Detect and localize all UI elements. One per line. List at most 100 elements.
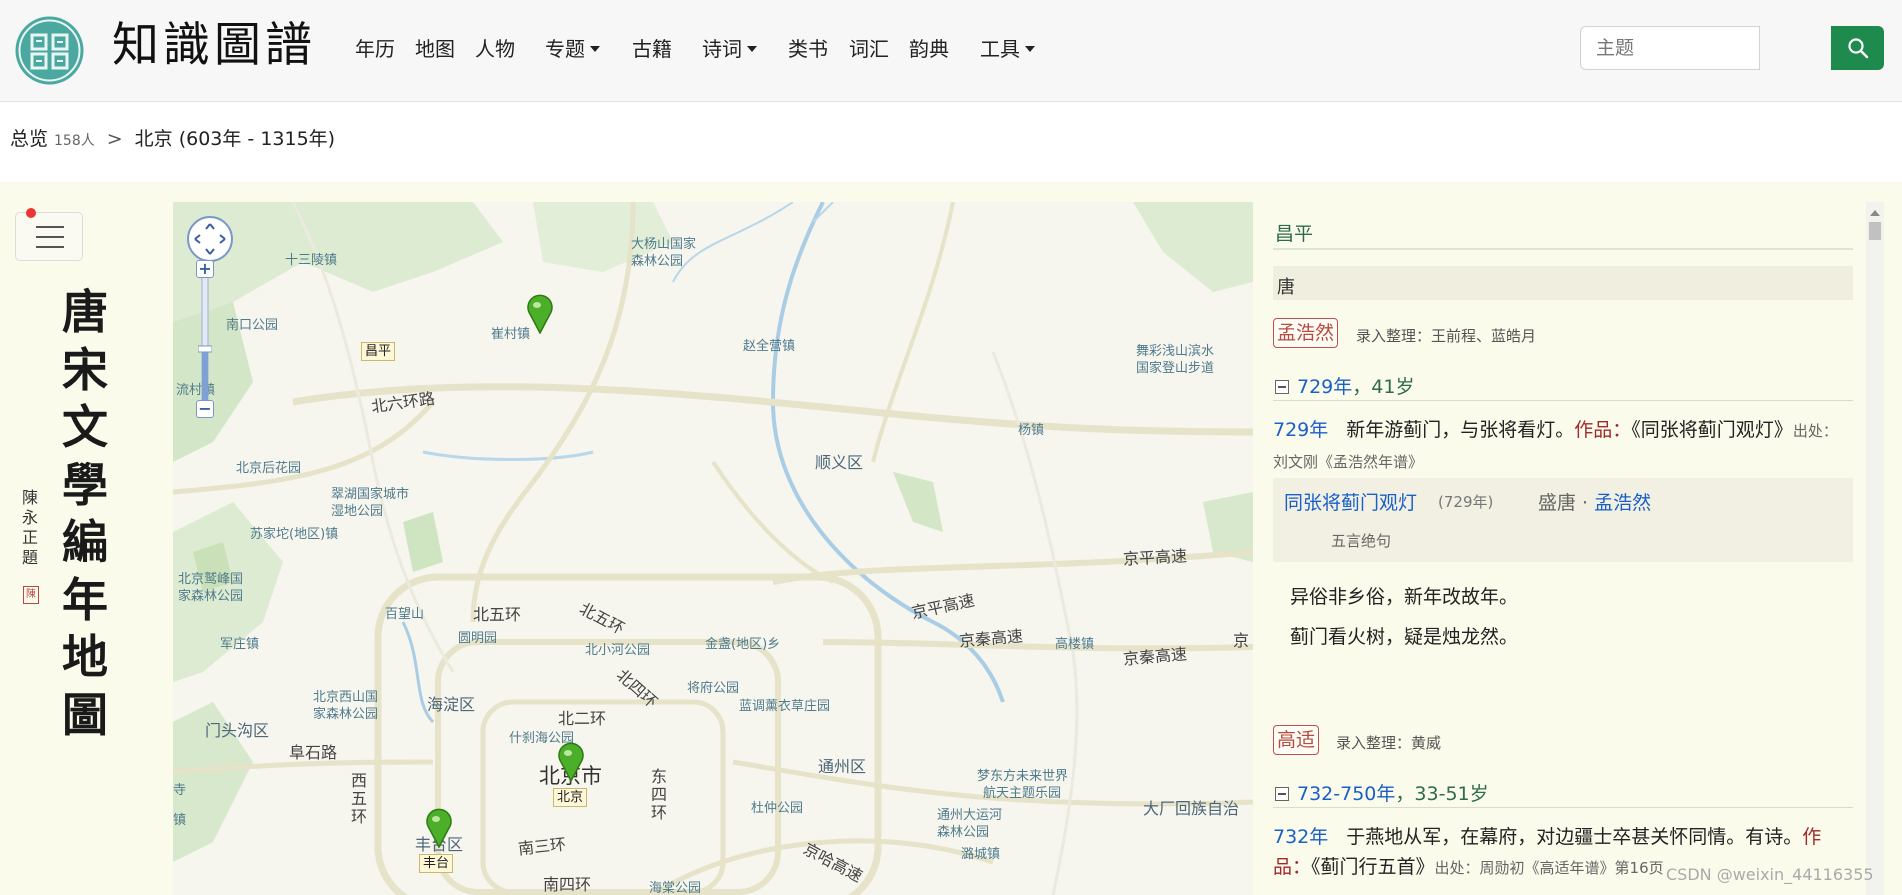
map-label: 北京鹫峰国	[178, 572, 244, 587]
place-title: 昌平	[1275, 223, 1314, 245]
menu-icon	[36, 246, 64, 248]
entry-year-link[interactable]: 729年	[1273, 419, 1328, 441]
scroll-up-arrow-icon[interactable]	[1870, 210, 1880, 216]
map-label: 西	[351, 771, 368, 790]
map-label: 高楼镇	[1055, 637, 1095, 652]
map-label: 南三环	[517, 834, 567, 859]
map-label: 梦东方未来世界	[977, 769, 1069, 784]
search-input[interactable]	[1580, 26, 1760, 70]
map-label: 森林公园	[631, 254, 684, 269]
map-label: 北小河公园	[585, 643, 651, 658]
map-label: 北京西山国	[313, 690, 379, 705]
poem-era: 盛唐 ·	[1538, 492, 1595, 514]
poem-author-link[interactable]: 孟浩然	[1594, 492, 1651, 514]
map-label: 通州区	[818, 757, 867, 776]
map-label: 十三陵镇	[285, 253, 338, 268]
nav-label: 古籍	[632, 37, 672, 61]
nav-item-map[interactable]: 地图	[415, 36, 455, 62]
year-heading[interactable]: 732-750年，33-51岁	[1297, 779, 1489, 806]
works-label: 作品：	[1574, 419, 1632, 441]
scroll-thumb[interactable]	[1869, 222, 1881, 240]
person-count: 158人	[54, 133, 95, 149]
map-label: 海淀区	[427, 695, 476, 714]
timeline-entry: 729年 新年游蓟门，与张将看灯。作品：《同张将蓟门观灯》出处：刘文刚《孟浩然年谱…	[1273, 415, 1845, 477]
nav-item-people[interactable]: 人物	[475, 36, 515, 62]
seal-logo-icon[interactable]	[14, 15, 85, 86]
map-label: 潞城镇	[961, 847, 1001, 862]
nav-item-rhyme-dictionary[interactable]: 韵典	[909, 36, 949, 62]
nav-item-encyclopedias[interactable]: 类书	[788, 36, 828, 62]
map-label: 通州大运河	[937, 808, 1003, 823]
works-link[interactable]: 《蓟门行五首》	[1311, 856, 1435, 878]
map-pan-control[interactable]	[187, 216, 233, 262]
map-label: 阜石路	[289, 743, 338, 762]
menu-icon	[36, 236, 64, 238]
search-icon	[1848, 38, 1869, 59]
watermark: CSDN @weixin_44116355	[1666, 865, 1874, 884]
breadcrumb-root-link[interactable]: 总览	[10, 128, 48, 150]
map-label: 杨镇	[1018, 423, 1045, 438]
map-label: 北五环	[473, 605, 522, 624]
zoom-in-button[interactable]: +	[196, 260, 214, 278]
map-canvas[interactable]: 十三陵镇 大杨山国家 森林公园 南口公园 崔村镇 赵全营镇 舞彩浅山滨水 国家登…	[173, 202, 1253, 895]
site-logo-title[interactable]: 知識圖譜	[112, 16, 316, 76]
zoom-out-button[interactable]: −	[196, 400, 214, 418]
nav-item-vocabulary[interactable]: 词汇	[849, 36, 889, 62]
marker-label-fengtai[interactable]: 丰台	[419, 854, 454, 873]
map-label: 百望山	[385, 607, 425, 622]
nav-label: 词汇	[849, 37, 889, 61]
map-pin-icon[interactable]	[557, 742, 585, 782]
entry-year-link[interactable]: 732年	[1273, 826, 1328, 848]
editor-credit: 录入整理：王前程、蓝皓月	[1356, 327, 1537, 345]
nav-label: 地图	[415, 37, 455, 61]
menu-icon	[36, 226, 64, 228]
collapse-toggle-icon[interactable]	[1275, 787, 1289, 801]
map-label: 门头沟区	[205, 721, 270, 740]
poet-tag-gao-shi[interactable]: 高适	[1273, 725, 1320, 755]
map-label: 镇	[173, 813, 187, 828]
map-label: 北京后花园	[236, 461, 302, 476]
nav-item-tools[interactable]: 工具	[980, 36, 1035, 62]
map-label: 南四环	[543, 875, 592, 894]
map-label: 顺义区	[815, 453, 864, 472]
nav-label: 诗词	[702, 37, 742, 61]
poem-title-link[interactable]: 同张将蓟门观灯	[1284, 488, 1417, 515]
entry-text: 于燕地从军，在幕府，对边疆士卒甚关怀同情。有诗。	[1346, 826, 1803, 848]
panel-scrollbar[interactable]	[1866, 202, 1884, 895]
map-pin-icon[interactable]	[526, 294, 554, 334]
hamburger-menu-button[interactable]	[15, 212, 83, 261]
nav-label: 专题	[545, 37, 585, 61]
year-heading[interactable]: 729年，41岁	[1297, 372, 1414, 399]
poem-card: 同张将蓟门观灯 (729年) 盛唐 · 孟浩然 五言绝句	[1273, 478, 1853, 562]
works-link[interactable]: 《同张将蓟门观灯》	[1631, 419, 1793, 441]
map-label: 南口公园	[226, 318, 279, 333]
marker-label-beijing[interactable]: 北京	[553, 788, 588, 807]
caret-down-icon	[1025, 46, 1035, 52]
map-label: 森林公园	[937, 825, 990, 840]
caret-down-icon	[747, 46, 757, 52]
poem-line: 蓟门看火树，疑是烛龙然。	[1290, 626, 1519, 648]
nav-item-poetry[interactable]: 诗词	[702, 36, 757, 62]
divider	[1273, 248, 1853, 250]
dynasty-header: 唐	[1273, 266, 1853, 300]
nav-label: 年历	[355, 37, 395, 61]
map-label: 大杨山国家	[631, 237, 697, 252]
nav-item-topics[interactable]: 专题	[545, 36, 600, 62]
zoom-slider[interactable]	[198, 268, 212, 408]
nav-label: 韵典	[909, 37, 949, 61]
calligraphy-title: 唐宋文學編年地圖	[62, 285, 108, 742]
marker-label-changping[interactable]: 昌平	[361, 342, 396, 361]
map-label: 五	[351, 789, 368, 808]
search-button[interactable]	[1831, 26, 1884, 70]
map-label: 环	[351, 807, 368, 826]
map-label: 将府公园	[687, 681, 740, 696]
dynasty-label: 唐	[1277, 277, 1295, 298]
map-label: 崔村镇	[491, 327, 531, 342]
collapse-toggle-icon[interactable]	[1275, 380, 1289, 394]
poet-tag-meng-haoran[interactable]: 孟浩然	[1273, 318, 1339, 348]
nav-item-ancient-books[interactable]: 古籍	[632, 36, 672, 62]
map-label: 军庄镇	[220, 637, 260, 652]
map-pin-icon[interactable]	[425, 808, 453, 848]
map-label: 京	[1233, 631, 1250, 650]
nav-item-calendar[interactable]: 年历	[355, 36, 395, 62]
